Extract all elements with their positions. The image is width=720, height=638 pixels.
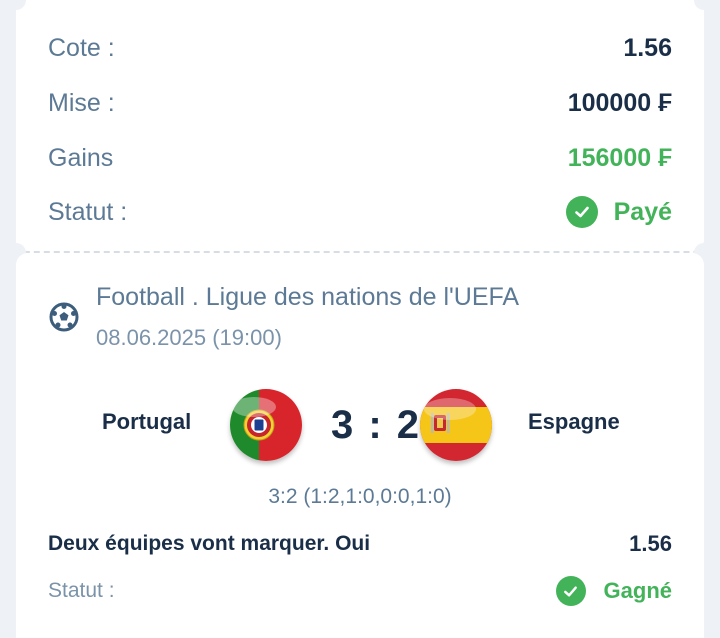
odds-row: Cote : 1.56 (48, 28, 672, 68)
spain-flag-icon (420, 389, 492, 461)
event-status-value: Gagné (603, 578, 672, 603)
away-team-name: Espagne (528, 409, 620, 434)
status-row: Statut : Payé (48, 192, 672, 232)
winnings-row: Gains 156000 ₣ (48, 138, 672, 178)
winnings-value: 156000 ₣ (567, 143, 672, 172)
event-status-row: Statut : Gagné (48, 576, 672, 606)
status-value-wrap: Payé (565, 196, 672, 228)
status-label: Statut : (48, 197, 128, 226)
event-card: Football . Ligue des nations de l'UEFA 0… (16, 253, 704, 638)
event-date: 08.06.2025 (19:00) (96, 325, 282, 350)
check-circle-icon (565, 196, 598, 228)
odds-label: Cote : (48, 33, 115, 62)
period-scores: 3:2 (1:2,1:0,0:0,1:0) (268, 485, 452, 508)
winnings-label: Gains (48, 143, 114, 172)
league-title: Football . Ligue des nations de l'UEFA (96, 283, 520, 311)
bet-summary-card: Cote : 1.56 Mise : 100000 ₣ Gains 156000… (16, 0, 704, 253)
soccer-ball-icon (48, 301, 80, 333)
stake-label: Mise : (48, 88, 115, 117)
status-value: Payé (613, 197, 672, 226)
bet-selection-name: Deux équipes vont marquer. Oui (48, 532, 371, 555)
bet-selection-odds: 1.56 (629, 531, 672, 556)
check-circle-icon (555, 576, 586, 606)
odds-value: 1.56 (623, 33, 672, 62)
stake-value: 100000 ₣ (567, 88, 672, 117)
event-status-value-wrap: Gagné (555, 576, 672, 606)
bet-selection-row: Deux équipes vont marquer. Oui 1.56 (48, 531, 672, 557)
event-status-label: Statut : (48, 579, 115, 602)
stake-row: Mise : 100000 ₣ (48, 83, 672, 123)
